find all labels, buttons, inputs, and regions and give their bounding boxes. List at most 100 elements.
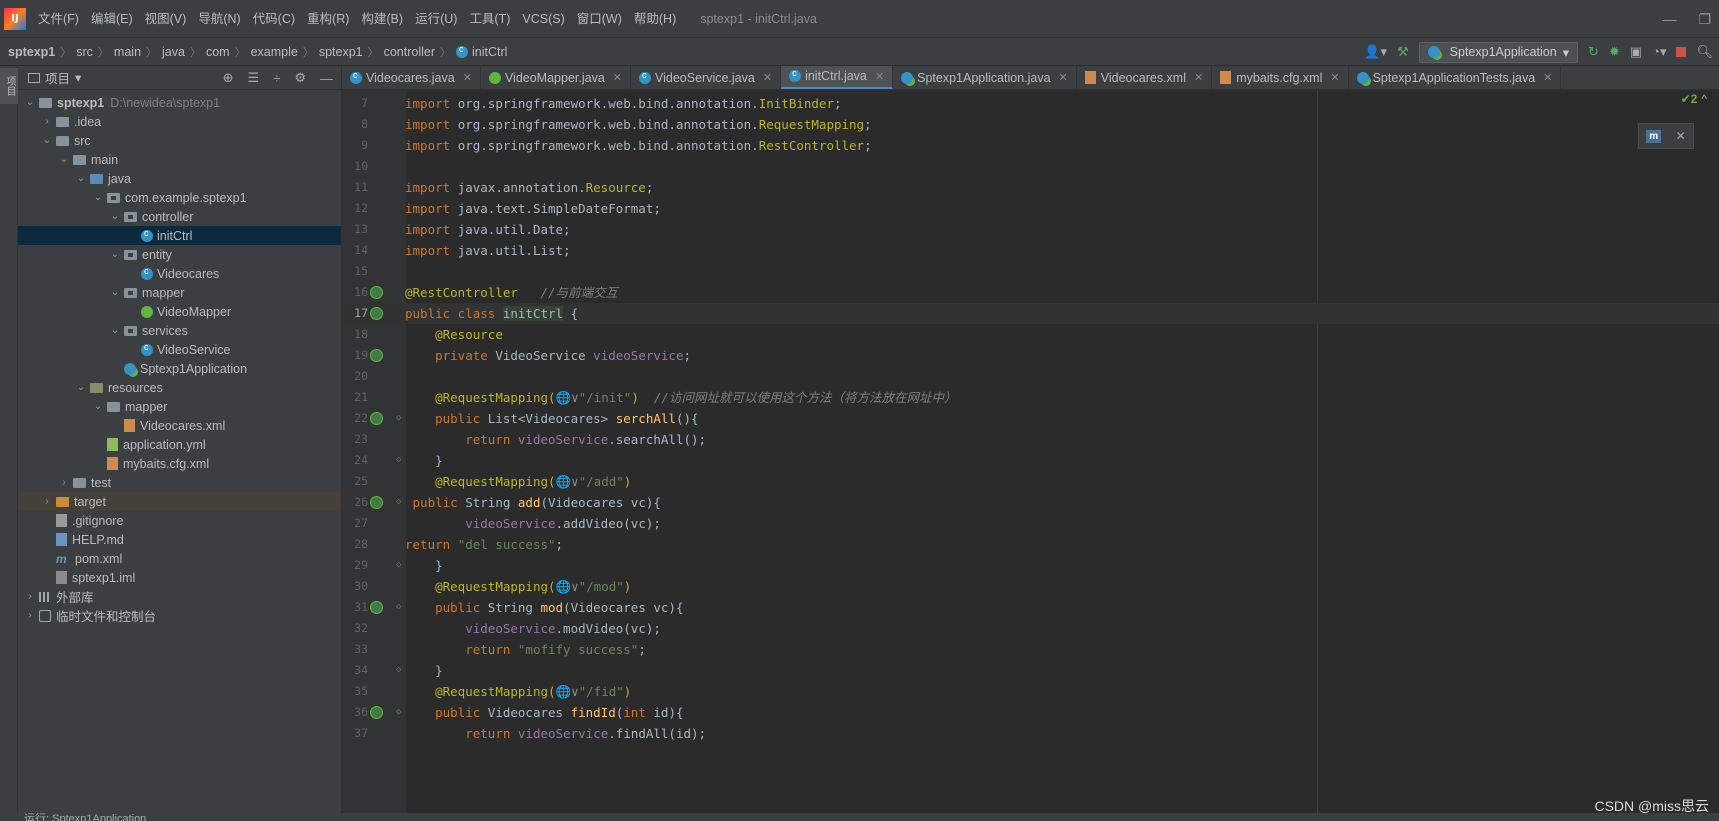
menu-item[interactable]: 窗口(W) bbox=[571, 0, 628, 38]
menu-item[interactable]: 构建(B) bbox=[355, 0, 409, 38]
breadcrumb-item[interactable]: sptexp1 bbox=[8, 45, 55, 59]
spring-bean-icon[interactable] bbox=[370, 706, 383, 719]
tree-item-test[interactable]: › test bbox=[18, 473, 341, 492]
tree-item-sptexp1[interactable]: ⌄ sptexp1 D:\newidea\sptexp1 bbox=[18, 93, 341, 112]
tree-item-idea[interactable]: › .idea bbox=[18, 112, 341, 131]
locate-icon[interactable]: ⊕ bbox=[223, 70, 234, 86]
chevron-down-icon[interactable]: ⌄ bbox=[92, 401, 104, 412]
tree-item-help-md[interactable]: HELP.md bbox=[18, 530, 341, 549]
menu-item[interactable]: 帮助(H) bbox=[628, 0, 682, 38]
tree-item-services[interactable]: ⌄ services bbox=[18, 321, 341, 340]
editor-tab[interactable]: Sptexp1ApplicationTests.java ✕ bbox=[1349, 66, 1562, 89]
editor-tab[interactable]: Videocares.java ✕ bbox=[342, 66, 481, 89]
chevron-down-icon[interactable]: ⌄ bbox=[41, 135, 53, 146]
expand-all-icon[interactable]: ☰ bbox=[248, 70, 260, 86]
tree-item-mapper[interactable]: ⌄ mapper bbox=[18, 283, 341, 302]
tree-item-entity[interactable]: ⌄ entity bbox=[18, 245, 341, 264]
run-configuration-select[interactable]: Sptexp1Application ▾ bbox=[1418, 41, 1578, 63]
chevron-right-icon[interactable]: › bbox=[24, 591, 36, 602]
rerun-icon[interactable]: ↻ bbox=[1588, 44, 1599, 60]
tree-item-videomapper[interactable]: VideoMapper bbox=[18, 302, 341, 321]
tree-item-mapper[interactable]: ⌄ mapper bbox=[18, 397, 341, 416]
tree-item-controller[interactable]: ⌄ controller bbox=[18, 207, 341, 226]
editor-tab[interactable]: VideoService.java ✕ bbox=[631, 66, 782, 89]
gear-icon[interactable]: ⚙ bbox=[294, 70, 306, 86]
close-icon[interactable]: ✕ bbox=[1543, 71, 1552, 84]
fold-icon[interactable]: ◇ bbox=[396, 597, 401, 618]
breadcrumb-item[interactable]: controller bbox=[384, 45, 435, 59]
breadcrumb-item[interactable]: sptexp1 bbox=[319, 45, 363, 59]
project-view-select[interactable]: 项目 ▾ bbox=[28, 68, 81, 87]
chevron-right-icon[interactable]: › bbox=[41, 496, 53, 507]
chevron-right-icon[interactable]: › bbox=[58, 477, 70, 488]
chevron-down-icon[interactable]: ⌄ bbox=[109, 211, 121, 222]
debug-icon[interactable]: ✹ bbox=[1609, 44, 1620, 60]
hammer-icon[interactable]: ⚒ bbox=[1397, 44, 1409, 60]
close-icon[interactable]: ✕ bbox=[1194, 71, 1203, 84]
minimize-button[interactable]: — bbox=[1662, 11, 1676, 27]
menu-item[interactable]: 导航(N) bbox=[192, 0, 246, 38]
close-icon[interactable]: ✕ bbox=[463, 71, 472, 84]
close-icon[interactable]: ✕ bbox=[763, 71, 772, 84]
chevron-right-icon[interactable]: › bbox=[24, 610, 36, 621]
project-tool-button[interactable]: 项目 bbox=[0, 68, 18, 104]
search-icon[interactable]: 🔍︎ bbox=[1696, 44, 1713, 60]
editor-tab[interactable]: mybaits.cfg.xml ✕ bbox=[1212, 66, 1349, 89]
tree-item-gitignore[interactable]: .gitignore bbox=[18, 511, 341, 530]
chevron-down-icon[interactable]: ⌄ bbox=[109, 287, 121, 298]
tree-item-application-yml[interactable]: application.yml bbox=[18, 435, 341, 454]
spring-bean-icon[interactable] bbox=[370, 307, 383, 320]
chevron-down-icon[interactable]: ⌄ bbox=[75, 173, 87, 184]
tree-item-target[interactable]: › target bbox=[18, 492, 341, 511]
breadcrumb-item[interactable]: src bbox=[76, 45, 93, 59]
fold-icon[interactable]: ◇ bbox=[396, 408, 401, 429]
run-tab[interactable]: Sptexp1Application bbox=[52, 813, 146, 821]
tree-item-main[interactable]: ⌄ main bbox=[18, 150, 341, 169]
editor-tab[interactable]: VideoMapper.java ✕ bbox=[481, 66, 631, 89]
menu-item[interactable]: VCS(S) bbox=[516, 0, 570, 38]
tree-item-[interactable]: › 外部库 bbox=[18, 587, 341, 606]
hide-icon[interactable]: — bbox=[320, 71, 333, 86]
code-editor[interactable]: ✔2 ^ m ✕ 7 import org.springframework.web.… bbox=[342, 90, 1719, 821]
chevron-down-icon[interactable]: ⌄ bbox=[92, 192, 104, 203]
restore-button[interactable]: ❐ bbox=[1698, 11, 1711, 28]
breadcrumb-item[interactable]: java bbox=[162, 45, 185, 59]
tree-item-sptexp1application[interactable]: Sptexp1Application bbox=[18, 359, 341, 378]
fold-icon[interactable]: ◇ bbox=[396, 450, 401, 471]
spring-bean-icon[interactable] bbox=[370, 601, 383, 614]
menu-item[interactable]: 重构(R) bbox=[301, 0, 355, 38]
spring-bean-icon[interactable] bbox=[370, 412, 383, 425]
menu-item[interactable]: 运行(U) bbox=[409, 0, 463, 38]
menu-item[interactable]: 视图(V) bbox=[139, 0, 193, 38]
tree-item-initctrl[interactable]: initCtrl bbox=[18, 226, 341, 245]
chevron-down-icon[interactable]: ⌄ bbox=[109, 325, 121, 336]
chevron-down-icon[interactable]: ⌄ bbox=[75, 382, 87, 393]
close-icon[interactable]: ✕ bbox=[613, 71, 622, 84]
tree-item-mybaits-cfg-xml[interactable]: mybaits.cfg.xml bbox=[18, 454, 341, 473]
breadcrumb-item[interactable]: main bbox=[114, 45, 141, 59]
menu-item[interactable]: 工具(T) bbox=[463, 0, 516, 38]
menu-item[interactable]: 文件(F) bbox=[32, 0, 85, 38]
tree-item-videocares[interactable]: Videocares bbox=[18, 264, 341, 283]
profile-icon[interactable]: ◔▾ bbox=[1652, 44, 1666, 60]
editor-tab[interactable]: Videocares.xml ✕ bbox=[1077, 66, 1213, 89]
tree-item-src[interactable]: ⌄ src bbox=[18, 131, 341, 150]
tree-item-sptexp1-iml[interactable]: sptexp1.iml bbox=[18, 568, 341, 587]
breadcrumb-item[interactable]: example bbox=[251, 45, 298, 59]
close-icon[interactable]: ✕ bbox=[875, 70, 884, 83]
tree-item-java[interactable]: ⌄ java bbox=[18, 169, 341, 188]
fold-icon[interactable]: ◇ bbox=[396, 660, 401, 681]
chevron-down-icon[interactable]: ⌄ bbox=[58, 154, 70, 165]
collapse-all-icon[interactable]: ÷ bbox=[273, 71, 280, 86]
chevron-down-icon[interactable]: ⌄ bbox=[109, 249, 121, 260]
fold-icon[interactable]: ◇ bbox=[396, 492, 401, 513]
chevron-down-icon[interactable]: ⌄ bbox=[24, 97, 36, 108]
user-icon[interactable]: 👤▾ bbox=[1364, 44, 1387, 60]
spring-bean-icon[interactable] bbox=[370, 349, 383, 362]
breadcrumb-item[interactable]: com bbox=[206, 45, 230, 59]
fold-icon[interactable]: ◇ bbox=[396, 702, 401, 723]
tree-item-videoservice[interactable]: VideoService bbox=[18, 340, 341, 359]
stop-icon[interactable] bbox=[1676, 47, 1687, 57]
close-icon[interactable]: ✕ bbox=[1059, 71, 1068, 84]
tree-item-videocares-xml[interactable]: Videocares.xml bbox=[18, 416, 341, 435]
